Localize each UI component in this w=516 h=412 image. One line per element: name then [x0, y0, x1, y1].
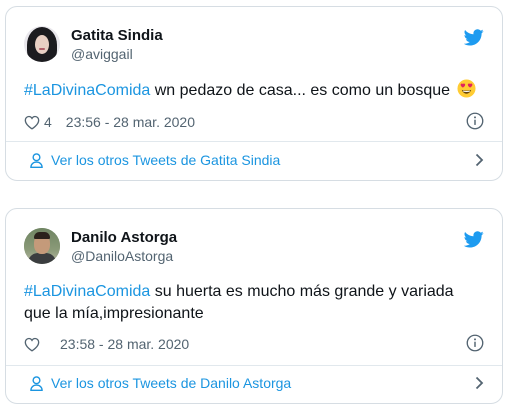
- tweet-header: Gatita Sindia @aviggail: [24, 22, 163, 66]
- hashtag-link[interactable]: #LaDivinaComida: [24, 283, 150, 300]
- avatar[interactable]: [24, 228, 60, 264]
- author-block[interactable]: Gatita Sindia @aviggail: [71, 26, 163, 63]
- author-handle[interactable]: @DaniloAstorga: [71, 247, 177, 265]
- view-more-label[interactable]: Ver los otros Tweets de Danilo Astorga: [51, 375, 291, 391]
- tweet-meta: 4 23:56 - 28 mar. 2020: [24, 114, 195, 130]
- tweet-meta: 23:58 - 28 mar. 2020: [24, 336, 189, 352]
- chevron-right-icon[interactable]: [475, 153, 484, 167]
- twitter-bird-icon[interactable]: [464, 29, 484, 46]
- tweet-text: #LaDivinaComida wn pedazo de casa... es …: [24, 79, 484, 102]
- tweet-timestamp[interactable]: 23:58 - 28 mar. 2020: [60, 336, 189, 352]
- view-more-label[interactable]: Ver los otros Tweets de Gatita Sindia: [51, 152, 280, 168]
- tweet-timestamp[interactable]: 23:56 - 28 mar. 2020: [66, 114, 195, 130]
- person-icon: [30, 152, 43, 168]
- author-name[interactable]: Danilo Astorga: [71, 228, 177, 247]
- author-block[interactable]: Danilo Astorga @DaniloAstorga: [71, 228, 177, 265]
- avatar[interactable]: [24, 26, 60, 62]
- tweet-card[interactable]: Danilo Astorga @DaniloAstorga #LaDivinaC…: [5, 208, 503, 404]
- person-icon: [30, 375, 43, 391]
- like-heart-icon[interactable]: [24, 337, 40, 352]
- twitter-bird-icon[interactable]: [464, 231, 484, 248]
- tweet-text: #LaDivinaComida su huerta es mucho más g…: [24, 281, 484, 325]
- like-count[interactable]: 4: [44, 114, 52, 130]
- tweet-card[interactable]: Gatita Sindia @aviggail #LaDivinaComida …: [5, 6, 503, 181]
- heart-eyes-emoji-icon: [456, 79, 476, 98]
- view-more-tweets-link[interactable]: Ver los otros Tweets de Gatita Sindia: [24, 151, 484, 169]
- tweet-body: wn pedazo de casa... es como un bosque: [150, 82, 455, 99]
- tweet-header: Danilo Astorga @DaniloAstorga: [24, 224, 177, 268]
- info-icon[interactable]: [466, 112, 484, 130]
- info-icon[interactable]: [466, 334, 484, 352]
- divider: [6, 365, 502, 366]
- author-handle[interactable]: @aviggail: [71, 45, 163, 63]
- like-heart-icon[interactable]: [24, 115, 40, 130]
- divider: [6, 141, 502, 142]
- view-more-tweets-link[interactable]: Ver los otros Tweets de Danilo Astorga: [24, 374, 484, 392]
- hashtag-link[interactable]: #LaDivinaComida: [24, 82, 150, 99]
- chevron-right-icon[interactable]: [475, 376, 484, 390]
- author-name[interactable]: Gatita Sindia: [71, 26, 163, 45]
